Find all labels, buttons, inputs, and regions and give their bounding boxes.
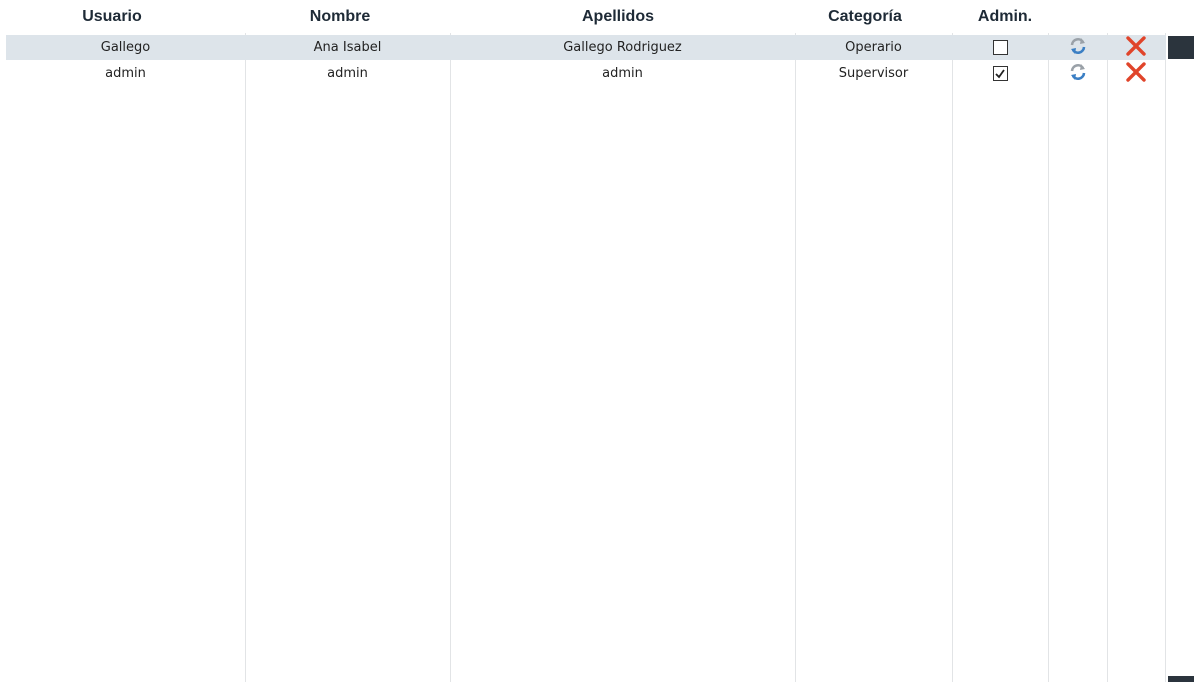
cell-refresh [1048,61,1107,86]
column-header-admin[interactable]: Admin. [955,0,1055,33]
delete-icon[interactable] [1125,35,1147,61]
cell-refresh [1048,35,1107,60]
cell-usuario: Gallego [100,40,151,55]
cell-admin [952,61,1048,86]
admin-checkbox[interactable] [992,40,1008,55]
delete-icon[interactable] [1125,61,1147,87]
cell-nombre: Ana Isabel [313,40,382,55]
cell-categoria: Supervisor [838,66,909,81]
column-divider [952,33,953,682]
scrollbar-bottom[interactable] [1168,676,1194,682]
cell-usuario: admin [105,66,146,81]
table-row[interactable]: admin admin admin Supervisor [6,61,1166,86]
column-divider [795,33,796,682]
refresh-icon[interactable] [1068,62,1088,86]
refresh-icon[interactable] [1068,36,1088,60]
cell-categoria: Operario [845,40,902,55]
column-divider [1165,33,1166,682]
admin-checkbox[interactable] [992,66,1008,81]
cell-apellidos: admin [602,66,643,81]
cell-delete [1107,35,1165,60]
column-divider [1048,33,1049,682]
cell-delete [1107,61,1165,86]
column-header-usuario[interactable]: Usuario [52,0,172,33]
column-header-nombre[interactable]: Nombre [280,0,400,33]
cell-nombre: admin [327,66,368,81]
column-header-categoria[interactable]: Categoría [805,0,925,33]
column-divider [245,33,246,682]
column-header-apellidos[interactable]: Apellidos [548,0,688,33]
cell-admin [952,35,1048,60]
table-row[interactable]: Gallego Ana Isabel Gallego Rodriguez Ope… [6,35,1166,60]
scrollbar-thumb[interactable] [1168,36,1194,59]
cell-apellidos: Gallego Rodriguez [563,40,682,55]
checkmark-icon [995,68,1005,78]
column-divider [450,33,451,682]
users-grid: Usuario Nombre Apellidos Categoría Admin… [0,0,1194,682]
column-divider [1107,33,1108,682]
